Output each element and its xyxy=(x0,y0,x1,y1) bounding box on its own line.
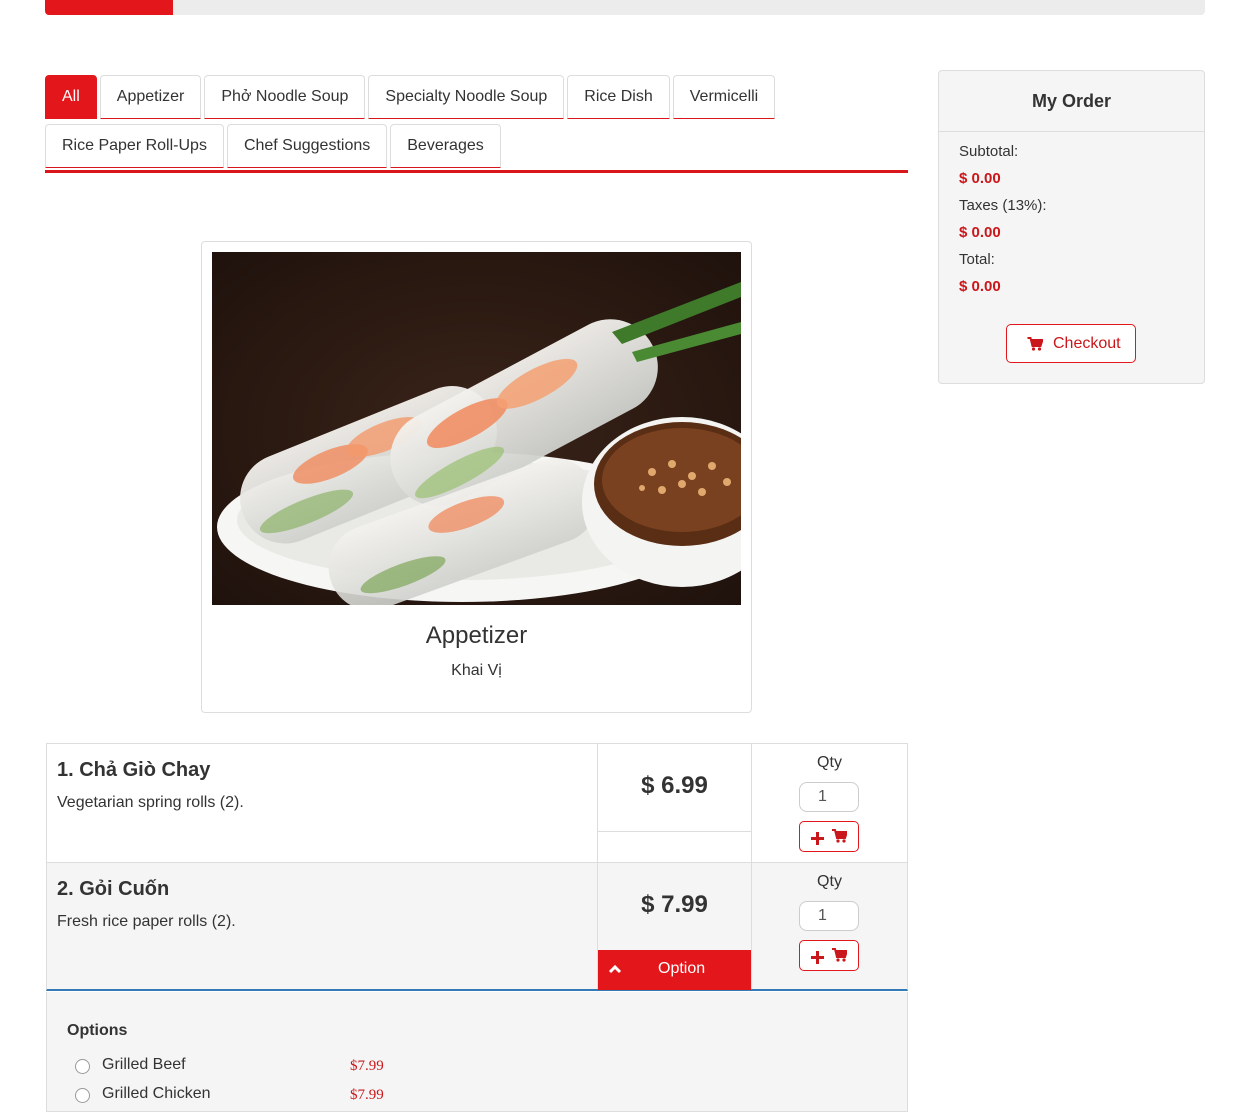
option-radio[interactable] xyxy=(75,1088,90,1103)
chevron-up-icon xyxy=(608,964,622,974)
subtotal-value: $ 0.00 xyxy=(959,170,1001,187)
option-price: $7.99 xyxy=(350,1087,384,1103)
tab-appetizer[interactable]: Appetizer xyxy=(99,75,202,119)
tax-value: $ 0.00 xyxy=(959,224,1001,241)
tab-vermicelli[interactable]: Vermicelli xyxy=(672,75,776,119)
total-label: Total: xyxy=(959,251,995,268)
option-toggle-button[interactable]: Option xyxy=(598,950,751,990)
menu-item-row: 1. Chả Giò Chay Vegetarian spring rolls … xyxy=(46,743,908,863)
qty-label: Qty xyxy=(817,754,842,771)
options-title: Options xyxy=(67,1022,128,1039)
total-value: $ 0.00 xyxy=(959,278,1001,295)
tab-rice-dish[interactable]: Rice Dish xyxy=(567,75,670,119)
tab-specialty-noodle-soup[interactable]: Specialty Noodle Soup xyxy=(368,75,565,119)
plus-icon xyxy=(811,951,824,964)
option-item[interactable]: Grilled Beef $7.99 xyxy=(75,1056,475,1078)
item-description: Fresh rice paper rolls (2). xyxy=(57,913,236,930)
item-price: $ 7.99 xyxy=(641,891,708,918)
item-price: $ 6.99 xyxy=(641,772,708,799)
option-radio[interactable] xyxy=(75,1059,90,1074)
checkout-label: Checkout xyxy=(1053,335,1121,352)
checkout-button[interactable]: Checkout xyxy=(1006,324,1136,363)
cart-icon xyxy=(832,829,847,843)
plus-icon xyxy=(811,832,824,845)
qty-input[interactable] xyxy=(799,901,859,931)
option-name: Grilled Beef xyxy=(102,1056,186,1073)
category-title: Appetizer xyxy=(425,622,528,649)
tab-chef-suggestions[interactable]: Chef Suggestions xyxy=(226,124,388,168)
order-title: My Order xyxy=(1031,91,1112,111)
order-summary-panel: My Order Subtotal: $ 0.00 Taxes (13%): $… xyxy=(938,70,1205,384)
progress-bar xyxy=(45,0,1205,15)
qty-input[interactable] xyxy=(799,782,859,812)
menu-item-row: 2. Gỏi Cuốn Fresh rice paper rolls (2). … xyxy=(46,862,908,991)
tab-pho-noodle-soup[interactable]: Phở Noodle Soup xyxy=(204,75,366,119)
option-item[interactable]: Grilled Chicken $7.99 xyxy=(75,1085,475,1107)
subtotal-label: Subtotal: xyxy=(959,143,1019,160)
option-label: Option xyxy=(658,960,706,977)
cart-icon xyxy=(1027,337,1043,351)
cart-icon xyxy=(832,948,847,962)
add-to-cart-button[interactable] xyxy=(799,940,859,971)
progress-bar-fill xyxy=(45,0,173,15)
category-tabs: All Appetizer Phở Noodle Soup Specialty … xyxy=(45,70,908,173)
item-name: 2. Gỏi Cuốn xyxy=(57,878,170,900)
option-price: $7.99 xyxy=(350,1058,384,1074)
tab-rice-paper-roll-ups[interactable]: Rice Paper Roll-Ups xyxy=(45,124,224,168)
add-to-cart-button[interactable] xyxy=(799,821,859,852)
divider xyxy=(598,831,751,832)
menu-items-table: 1. Chả Giò Chay Vegetarian spring rolls … xyxy=(46,743,908,991)
category-card: Appetizer Khai Vị xyxy=(201,241,752,713)
options-panel: Options Grilled Beef $7.99 Grilled Chick… xyxy=(46,992,908,1112)
tax-label: Taxes (13%): xyxy=(959,197,1047,214)
qty-label: Qty xyxy=(817,873,842,890)
tab-all[interactable]: All xyxy=(45,75,97,119)
option-name: Grilled Chicken xyxy=(102,1085,211,1102)
item-name: 1. Chả Giò Chay xyxy=(57,759,211,781)
tab-beverages[interactable]: Beverages xyxy=(390,124,501,168)
category-subtitle: Khai Vị xyxy=(451,662,502,679)
category-photo xyxy=(212,252,741,605)
item-description: Vegetarian spring rolls (2). xyxy=(57,794,244,811)
